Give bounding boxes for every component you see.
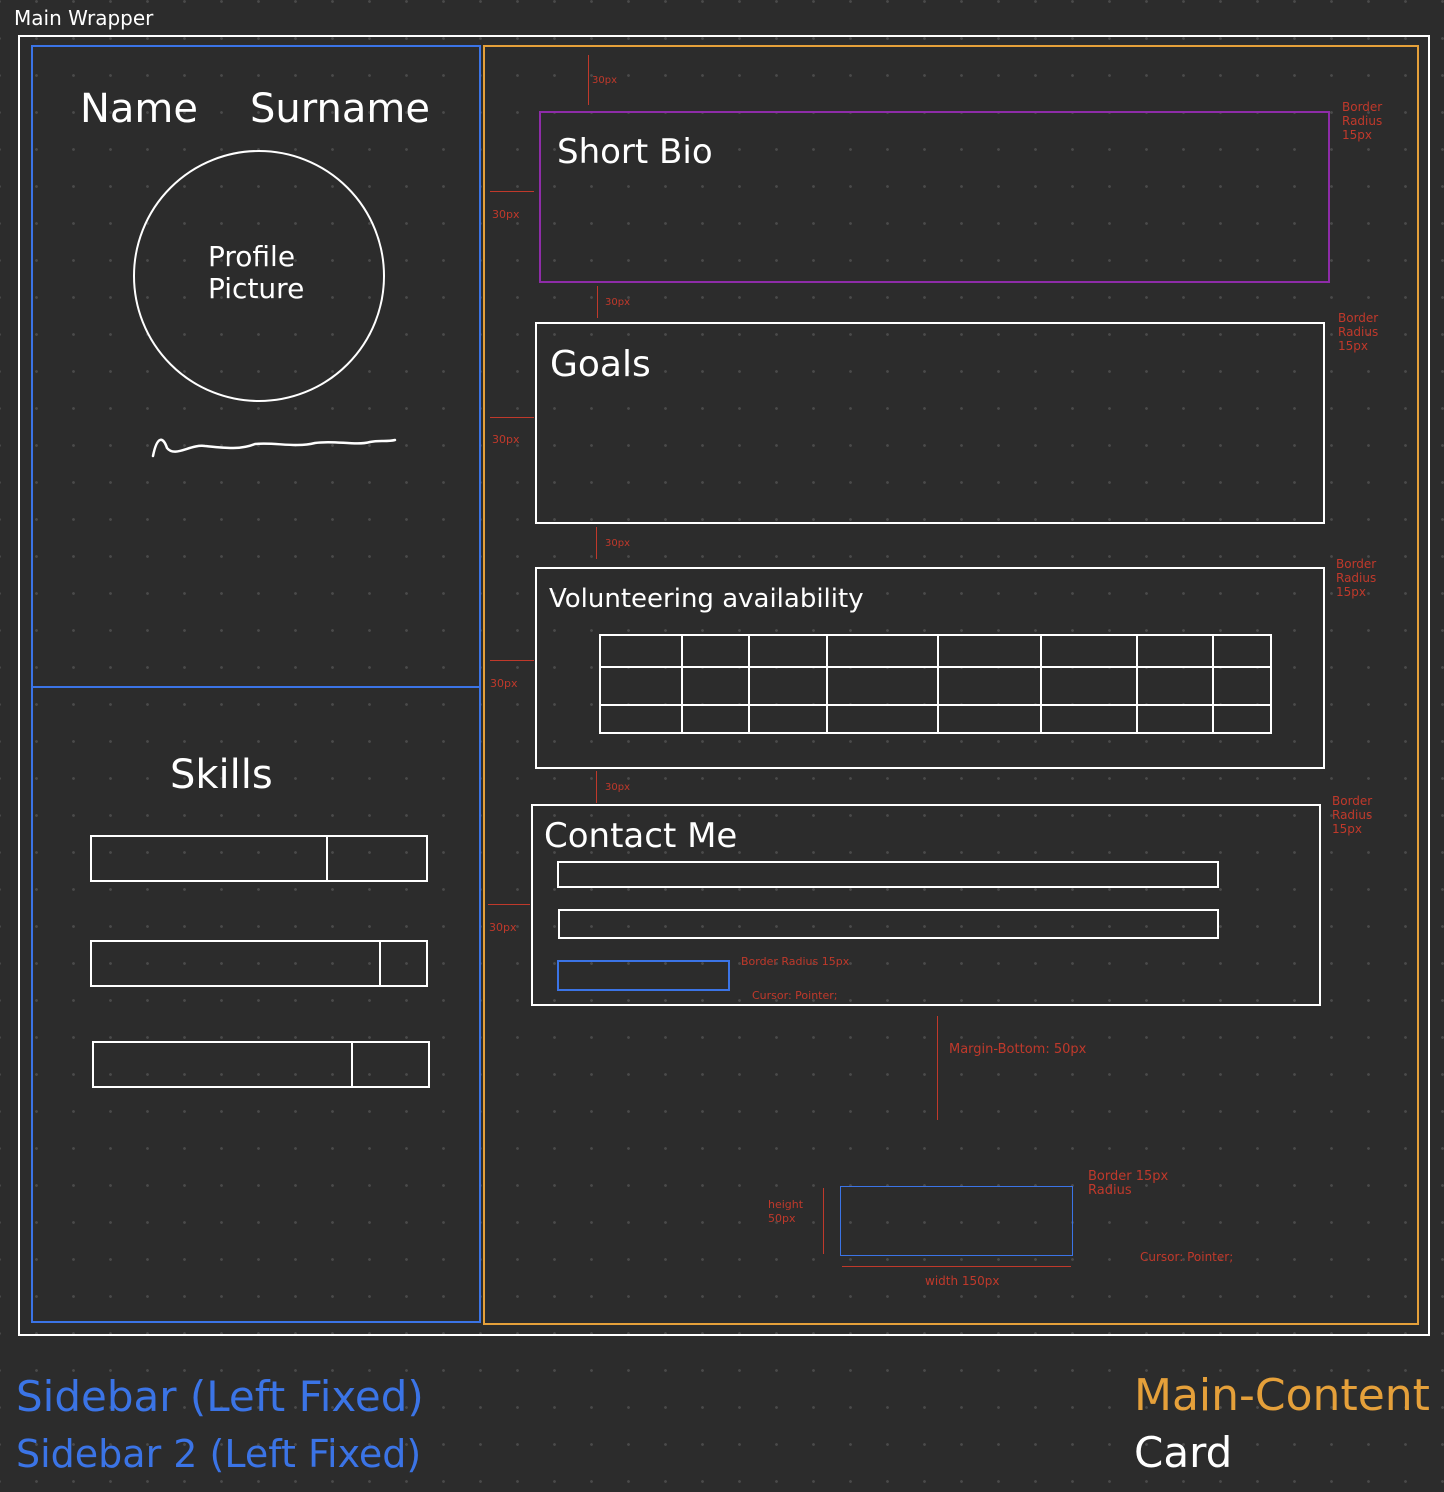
spacing-label: 30px bbox=[492, 208, 520, 221]
spacing-arrow bbox=[490, 417, 534, 418]
bottom-cursor-note: Cursor: Pointer; bbox=[1140, 1250, 1234, 1264]
legend-sidebar: Sidebar (Left Fixed) bbox=[16, 1372, 424, 1421]
skill-bar bbox=[90, 940, 428, 987]
spacing-arrow bbox=[588, 55, 589, 105]
skills-title: Skills bbox=[170, 752, 273, 798]
spacing-label: 30px bbox=[605, 538, 630, 549]
skill-bar bbox=[90, 835, 428, 882]
volunteering-title: Volunteering availability bbox=[549, 584, 864, 614]
spacing-label: 30px bbox=[592, 75, 617, 86]
spacing-arrow bbox=[597, 286, 598, 318]
radius-note-2: Border Radius 15px bbox=[1338, 311, 1379, 353]
profile-picture-label-1: Profile bbox=[208, 240, 296, 273]
spacing-arrow bbox=[490, 191, 534, 192]
legend-sidebar2: Sidebar 2 (Left Fixed) bbox=[16, 1432, 422, 1476]
table-col-divider bbox=[1136, 636, 1138, 732]
main-wrapper-label: Main Wrapper bbox=[14, 6, 154, 30]
profile-picture-label-2: Picture bbox=[208, 272, 305, 305]
spacing-arrow bbox=[596, 771, 597, 803]
skill-bar-fill bbox=[94, 1043, 354, 1086]
table-col-divider bbox=[1040, 636, 1042, 732]
button-radius-note: Border Radius 15px bbox=[741, 955, 850, 968]
surname-text: Surname bbox=[250, 86, 430, 132]
margin-bottom-arrow bbox=[937, 1016, 938, 1120]
spacing-label: 30px bbox=[605, 297, 630, 308]
bottom-button[interactable] bbox=[840, 1186, 1073, 1256]
skill-bar-fill bbox=[92, 942, 382, 985]
table-col-divider bbox=[681, 636, 683, 732]
bottom-radius-note: Border 15px Radius bbox=[1088, 1169, 1169, 1198]
name-text: Name bbox=[80, 86, 199, 132]
table-col-divider bbox=[826, 636, 828, 732]
spacing-label: 30px bbox=[490, 677, 518, 690]
short-bio-title: Short Bio bbox=[557, 132, 713, 172]
legend-main-content: Main-Content bbox=[1134, 1370, 1430, 1421]
margin-bottom-label: Margin-Bottom: 50px bbox=[949, 1042, 1087, 1057]
button-cursor-note: Cursor: Pointer; bbox=[752, 989, 838, 1002]
contact-input-2[interactable] bbox=[558, 909, 1219, 939]
goals-card bbox=[535, 322, 1325, 524]
width-arrow bbox=[842, 1266, 1071, 1267]
bio-squiggle bbox=[151, 438, 397, 458]
skill-bar bbox=[92, 1041, 430, 1088]
contact-submit-button[interactable] bbox=[557, 960, 730, 991]
skill-bar-fill bbox=[92, 837, 328, 880]
spacing-arrow bbox=[596, 527, 597, 559]
radius-note-4: Border Radius 15px bbox=[1332, 794, 1373, 836]
legend-card: Card bbox=[1134, 1428, 1233, 1477]
goals-title: Goals bbox=[550, 344, 651, 385]
spacing-label: 30px bbox=[605, 782, 630, 793]
height-note: height 50px bbox=[768, 1198, 804, 1225]
radius-note-3: Border Radius 15px bbox=[1336, 557, 1377, 599]
spacing-arrow bbox=[490, 660, 534, 661]
width-note: width 150px bbox=[925, 1274, 1000, 1288]
table-row-divider bbox=[601, 704, 1270, 706]
table-col-divider bbox=[1212, 636, 1214, 732]
radius-note-1: Border Radius 15px bbox=[1342, 100, 1383, 142]
table-col-divider bbox=[937, 636, 939, 732]
availability-table bbox=[599, 634, 1272, 734]
spacing-label: 30px bbox=[492, 433, 520, 446]
spacing-arrow bbox=[488, 904, 530, 905]
table-row-divider bbox=[601, 666, 1270, 668]
height-arrow bbox=[823, 1188, 824, 1254]
contact-input-1[interactable] bbox=[557, 861, 1219, 888]
table-col-divider bbox=[748, 636, 750, 732]
contact-title: Contact Me bbox=[544, 816, 738, 856]
spacing-label: 30px bbox=[489, 921, 517, 934]
